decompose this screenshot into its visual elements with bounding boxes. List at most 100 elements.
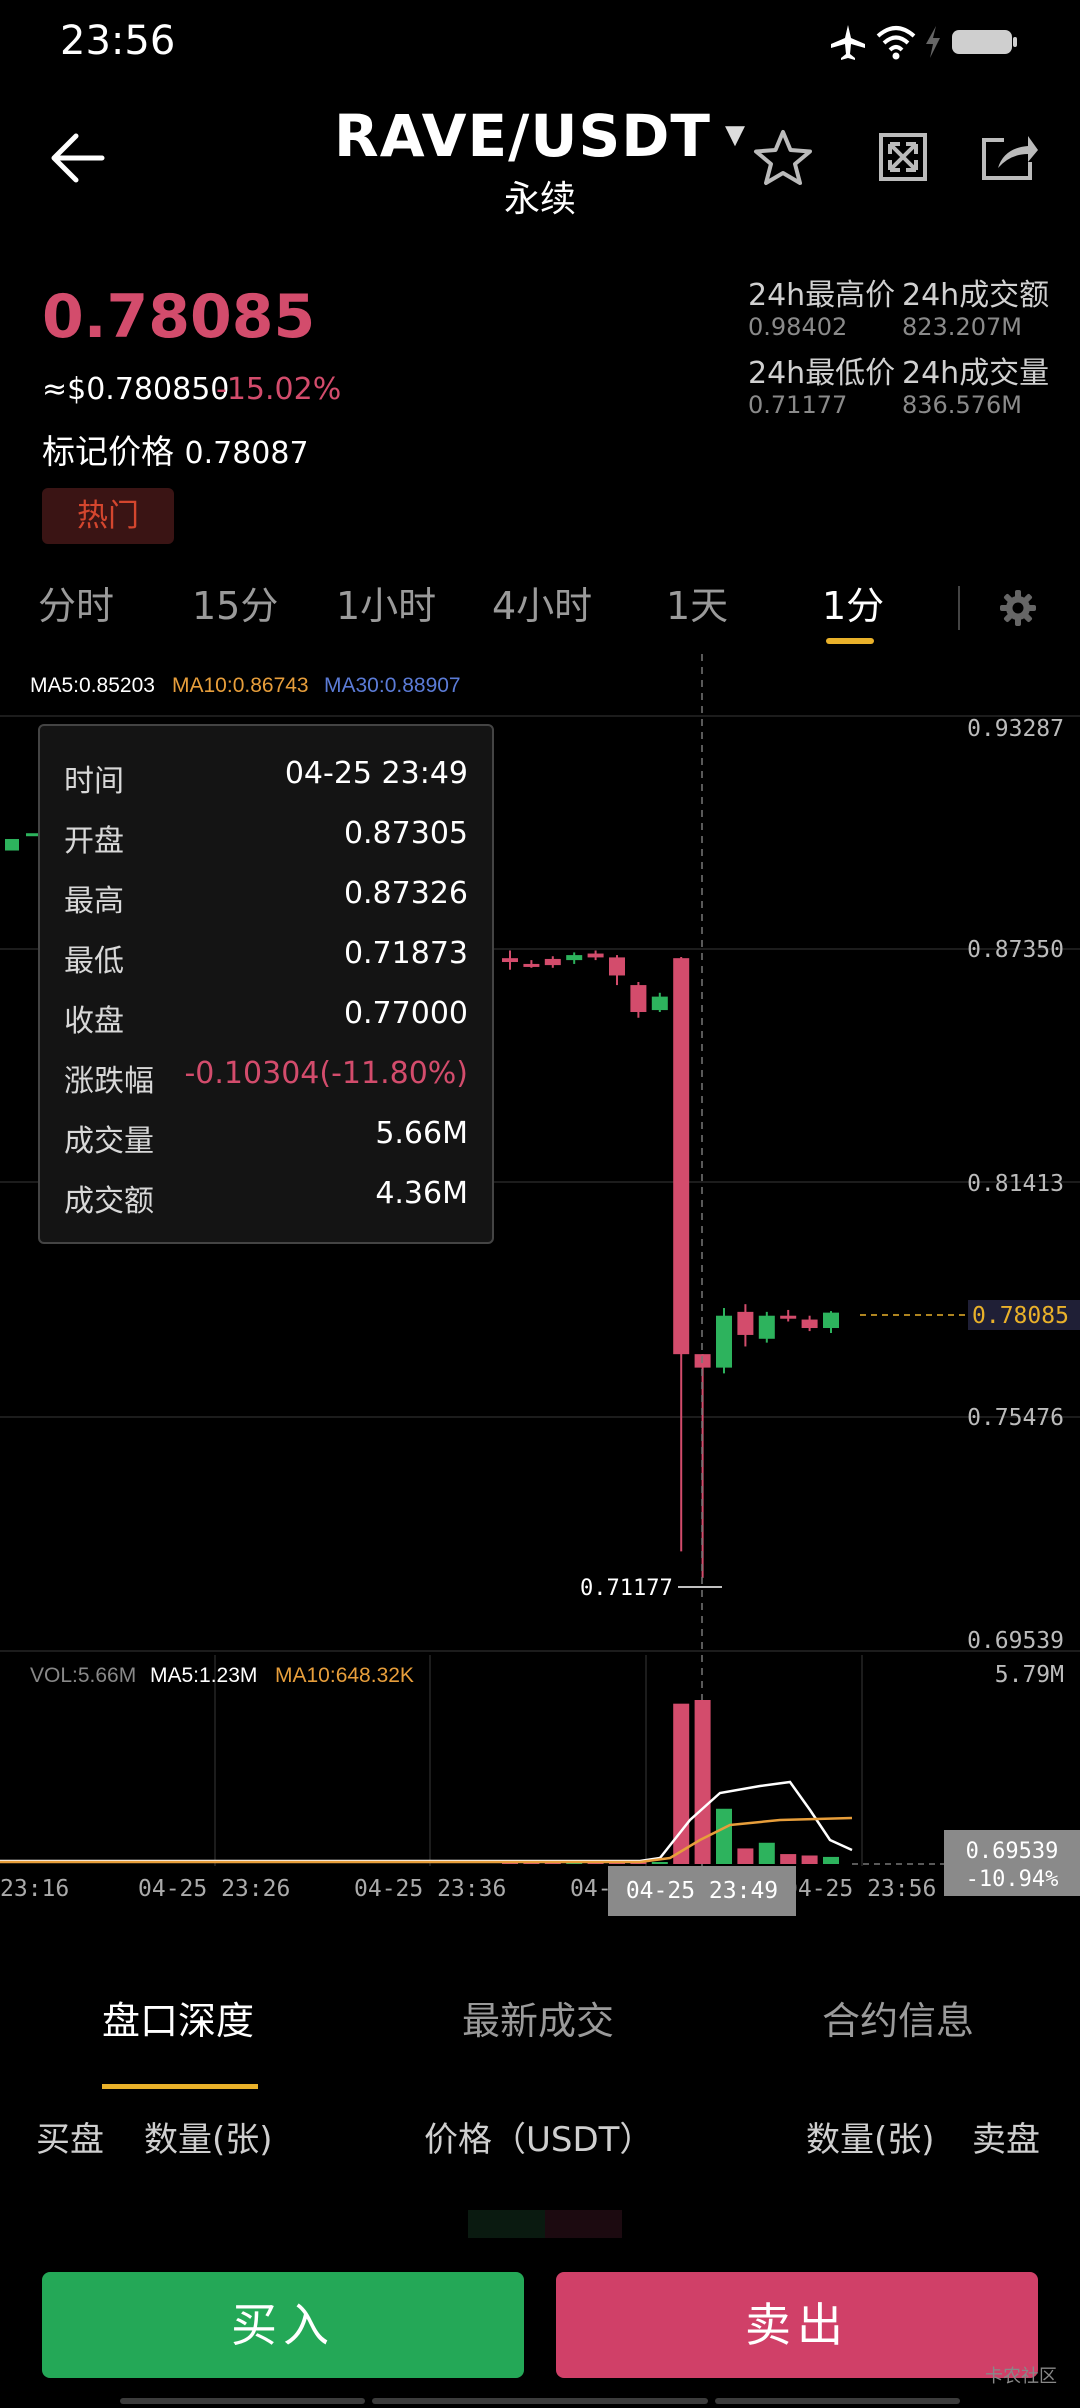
time-axis-label: 04- bbox=[570, 1876, 612, 1902]
volume-bar bbox=[716, 1808, 732, 1864]
price-axis-label: 0.69539 bbox=[967, 1628, 1064, 1654]
tooltip-row: 开盘 0.87305 bbox=[64, 816, 468, 859]
tooltip-row: 时间 04-25 23:49 bbox=[64, 756, 468, 799]
candle bbox=[801, 1319, 818, 1329]
tooltip-row: 涨跌幅 -0.10304(-11.80%) bbox=[64, 1056, 468, 1099]
candle bbox=[823, 1312, 839, 1329]
last-price: 0.78085 bbox=[42, 282, 316, 352]
tab-1d[interactable]: 1天 bbox=[666, 575, 728, 630]
time-axis-label: 04-25 23:56 bbox=[784, 1876, 936, 1902]
tooltip-key: 涨跌幅 bbox=[64, 1064, 154, 1099]
candle bbox=[587, 953, 604, 958]
stat-volume-value: 836.576M bbox=[902, 391, 1022, 419]
tooltip-key: 成交量 bbox=[64, 1124, 154, 1159]
mark-price: 标记价格 0.78087 bbox=[42, 425, 309, 473]
tooltip-key: 最低 bbox=[64, 944, 124, 979]
caret-down-icon[interactable]: ▼ bbox=[725, 120, 746, 150]
stat-high-value: 0.98402 bbox=[748, 313, 848, 341]
col-sell: 卖盘 bbox=[972, 2120, 1040, 2160]
candle bbox=[566, 955, 583, 961]
tab-latest-trades[interactable]: 最新成交 bbox=[462, 1990, 614, 2045]
tooltip-value: 4.36M bbox=[375, 1176, 468, 1211]
tab-1m[interactable]: 1分 bbox=[822, 575, 884, 630]
candle bbox=[544, 958, 561, 966]
tab-divider bbox=[958, 586, 960, 630]
candle bbox=[651, 996, 668, 1011]
nav-handle bbox=[715, 2398, 960, 2404]
pair-title[interactable]: RAVE/USDT bbox=[334, 102, 711, 170]
volume-bar bbox=[737, 1848, 754, 1864]
candle bbox=[758, 1315, 775, 1339]
col-price: 价格（USDT） bbox=[424, 2120, 654, 2160]
price-axis-label: 0.87350 bbox=[967, 937, 1064, 963]
watermark: 卡农社区 bbox=[985, 2366, 1057, 2387]
ma5-legend: MA5:0.85203 bbox=[30, 674, 155, 697]
tooltip-row: 成交额 4.36M bbox=[64, 1176, 468, 1219]
status-time: 23:56 bbox=[60, 18, 176, 64]
price-axis-label: 0.75476 bbox=[967, 1405, 1064, 1431]
nav-handle bbox=[120, 2398, 365, 2404]
candle bbox=[523, 963, 540, 967]
hot-tag: 热门 bbox=[42, 488, 174, 544]
crosshair-time-label: 04-25 23:49 bbox=[626, 1878, 778, 1904]
candle bbox=[780, 1315, 797, 1319]
tooltip-row: 最低 0.71873 bbox=[64, 936, 468, 979]
tab-contract-info[interactable]: 合约信息 bbox=[822, 1990, 974, 2045]
tooltip-value: 04-25 23:49 bbox=[284, 756, 468, 791]
tooltip-value: 0.87326 bbox=[343, 876, 468, 911]
tooltip-row: 最高 0.87326 bbox=[64, 876, 468, 919]
depth-loading-bar bbox=[468, 2210, 622, 2238]
bottom-tab-indicator bbox=[102, 2084, 258, 2089]
col-qty-right: 数量(张) bbox=[806, 2120, 935, 2160]
tab-order-depth[interactable]: 盘口深度 bbox=[102, 1990, 254, 2045]
candle-tooltip: 时间 04-25 23:49 开盘 0.87305 最高 0.87326 最低 0.71… bbox=[38, 724, 494, 1244]
vol-cursor-price: 0.69539 bbox=[966, 1839, 1059, 1864]
airplane-icon bbox=[828, 22, 868, 62]
vol-axis-top: 5.79M bbox=[995, 1662, 1064, 1688]
fullscreen-icon[interactable] bbox=[878, 132, 928, 182]
candle bbox=[716, 1315, 732, 1368]
candle bbox=[502, 958, 518, 963]
price-axis-label: 0.81413 bbox=[967, 1171, 1064, 1197]
battery-icon bbox=[950, 28, 1018, 56]
tooltip-key: 成交额 bbox=[64, 1184, 154, 1219]
col-qty-left: 数量(张) bbox=[144, 2120, 273, 2160]
star-icon[interactable] bbox=[752, 128, 814, 190]
candle bbox=[5, 838, 19, 851]
wifi-icon bbox=[874, 22, 918, 62]
time-axis-label: 23:16 bbox=[0, 1876, 69, 1902]
current-price-label: 0.78085 bbox=[972, 1303, 1069, 1329]
time-axis-label: 04-25 23:26 bbox=[138, 1876, 290, 1902]
mark-price-value: 0.78087 bbox=[184, 436, 309, 471]
tooltip-value: 0.87305 bbox=[343, 816, 468, 851]
volume-bar bbox=[801, 1855, 818, 1864]
tooltip-key: 最高 bbox=[64, 884, 124, 919]
price-axis-label: 0.93287 bbox=[967, 716, 1064, 742]
tooltip-value: 0.77000 bbox=[343, 996, 468, 1031]
ma10-legend: MA10:0.86743 bbox=[172, 674, 309, 697]
volume-bar bbox=[823, 1856, 839, 1864]
tab-active-indicator bbox=[826, 638, 874, 644]
tooltip-value: 0.71873 bbox=[343, 936, 468, 971]
tooltip-value: 5.66M bbox=[375, 1116, 468, 1151]
tooltip-key: 开盘 bbox=[64, 824, 124, 859]
tooltip-row: 成交量 5.66M bbox=[64, 1116, 468, 1159]
tab-1h[interactable]: 1小时 bbox=[336, 575, 436, 630]
stat-amount-value: 823.207M bbox=[902, 313, 1022, 341]
charging-icon bbox=[922, 22, 944, 62]
ma30-legend: MA30:0.88907 bbox=[324, 674, 461, 697]
tab-4h[interactable]: 4小时 bbox=[492, 575, 592, 630]
share-icon[interactable] bbox=[980, 132, 1040, 182]
sell-button[interactable]: 卖出 bbox=[556, 2272, 1038, 2378]
stat-low-value: 0.71177 bbox=[748, 391, 848, 419]
vol-legend: VOL:5.66M bbox=[30, 1664, 136, 1687]
settings-gear-icon[interactable] bbox=[998, 588, 1038, 628]
stat-high-label: 24h最高价 bbox=[748, 278, 896, 313]
col-buy: 买盘 bbox=[36, 2120, 104, 2160]
tab-15m[interactable]: 15分 bbox=[192, 575, 278, 630]
volume-bar bbox=[651, 1862, 668, 1864]
buy-button[interactable]: 买入 bbox=[42, 2272, 524, 2378]
volume-bar bbox=[780, 1854, 797, 1864]
tab-timeshare[interactable]: 分时 bbox=[38, 575, 114, 630]
usd-price: ≈$0.780850 bbox=[42, 372, 230, 407]
